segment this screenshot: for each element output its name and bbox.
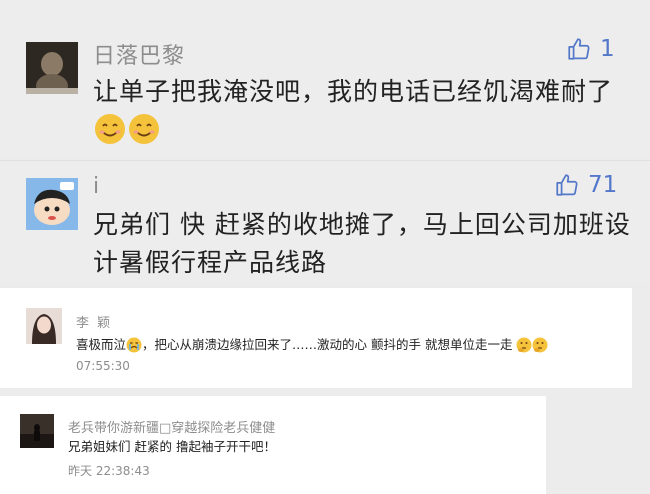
comment-text: 喜极而泣 ，把心从崩溃边缘拉回来了……激动的心 颤抖的手 就想单位走一走: [76, 336, 621, 358]
like-button[interactable]: 1: [566, 36, 615, 62]
like-count: 71: [588, 172, 618, 198]
comment-author: 老兵带你游新疆□穿越探险老兵健健: [68, 421, 276, 436]
thumbs-up-icon: [556, 174, 578, 196]
thinking-face-emoji: [516, 337, 532, 358]
thinking-face-emoji: [532, 337, 548, 358]
comment-text-body: 喜极而泣: [76, 337, 127, 352]
like-button[interactable]: 71: [554, 172, 617, 198]
comment-time: 07:55:30: [76, 359, 130, 373]
avatar[interactable]: [26, 308, 62, 344]
comment-text: 让单子把我淹没吧，我的电话已经饥渴难耐了: [93, 72, 618, 158]
smiling-face-emoji: [127, 112, 161, 158]
like-count: 1: [600, 36, 615, 62]
comment-text: 兄弟们 快 赶紧的收地摊了，马上回公司加班设计暑假行程产品线路: [93, 210, 631, 277]
thumbs-up-icon: [568, 38, 590, 60]
comment-text-body: 让单子把我淹没吧，我的电话已经饥渴难耐了: [93, 77, 614, 106]
avatar[interactable]: [26, 178, 78, 230]
comment-author: i: [93, 174, 100, 199]
comment-author: 李 颖: [76, 316, 113, 331]
avatar[interactable]: [20, 414, 54, 448]
comment-text-body-2: ，把心从崩溃边缘拉回来了……激动的心 颤抖的手 就想单位走一走: [142, 337, 513, 352]
smiling-face-emoji: [93, 112, 127, 158]
comment-time: 昨天 22:38:43: [68, 464, 150, 478]
comment-author: 日落巴黎: [93, 44, 186, 69]
crying-face-emoji: [126, 337, 142, 358]
avatar[interactable]: [26, 42, 78, 94]
comment-text: 兄弟姐妹们 赶紧的 撸起袖子开干吧！: [68, 439, 276, 454]
